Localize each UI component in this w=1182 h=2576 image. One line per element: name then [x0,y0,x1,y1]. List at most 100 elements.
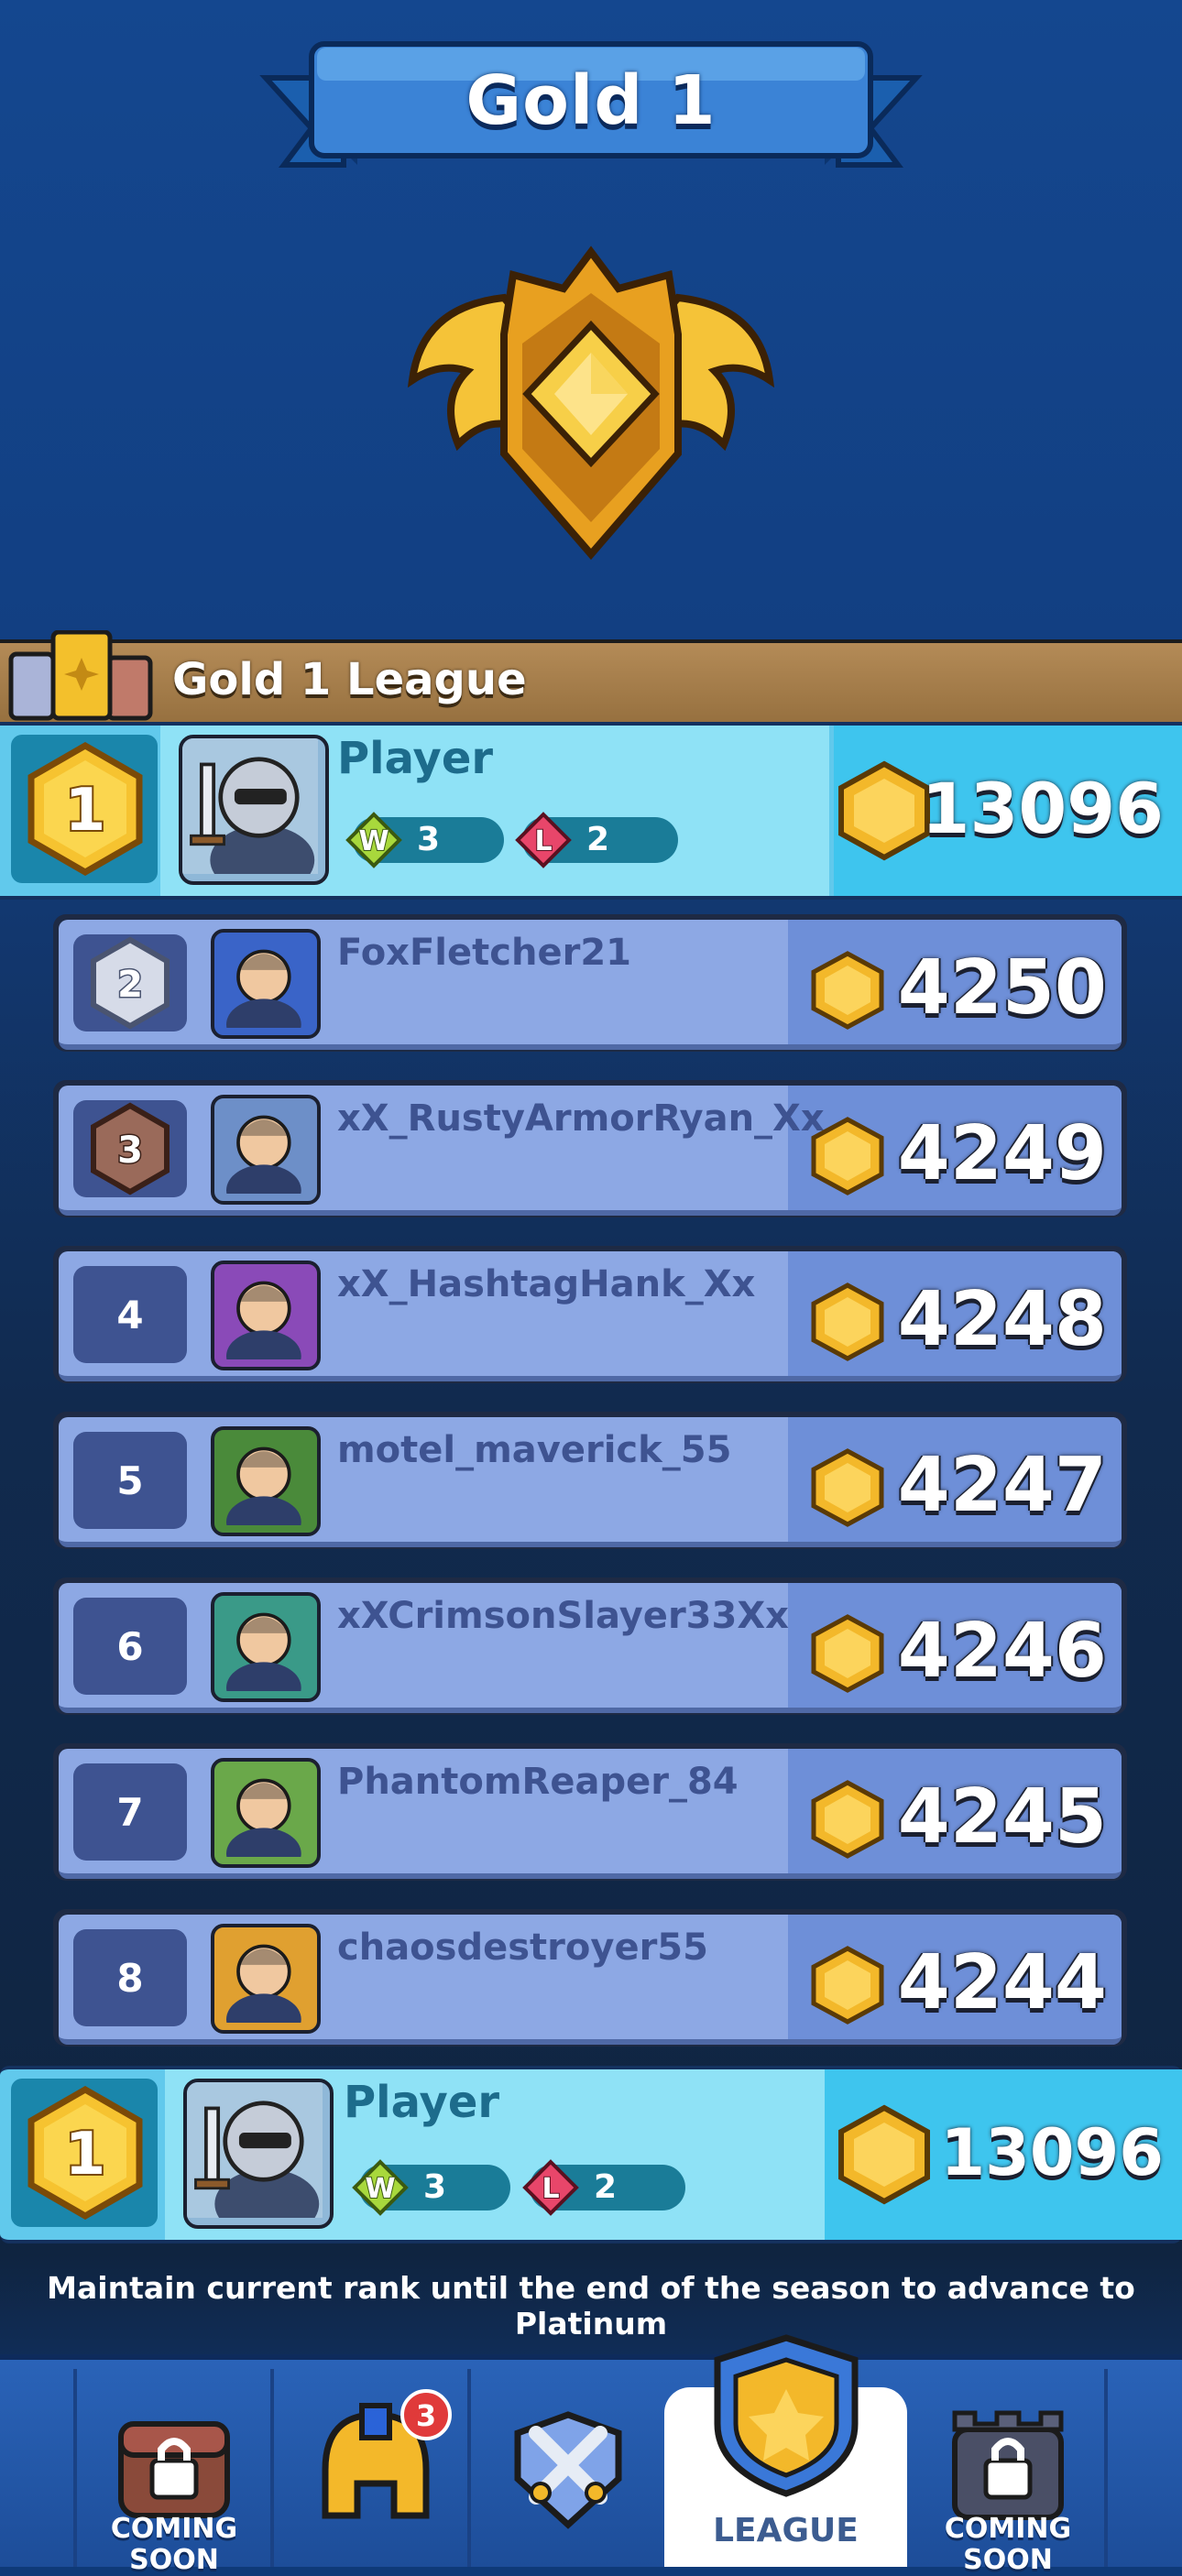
current-player-row-bottom[interactable]: 1 Player W 3 L 2 13096 [0,2066,1182,2243]
trophy-coin-icon [838,760,930,861]
leaderboard-row[interactable]: 4 xX_HashtagHank_Xx 4248 [53,1246,1127,1383]
nav-league-active[interactable]: LEAGUE [664,2334,907,2567]
win-icon: W [345,812,402,868]
leaderboard-row[interactable]: 8 chaosdestroyer55 4244 [53,1909,1127,2047]
player-score: 4244 [897,1939,1107,2026]
trophy-coin-icon [811,1117,884,1195]
loss-icon: L [522,2159,579,2216]
losses-pill: L 2 [522,2159,685,2216]
player-name: Player [337,733,494,784]
nav-heroes[interactable]: 3 [279,2360,463,2567]
nav-label: COMING SOON [110,2513,238,2576]
avatar [211,1261,321,1370]
knight-avatar-icon [182,738,318,881]
rank-number: 5 [116,1457,144,1503]
bottom-nav: COMING SOON 3 LEAGUE COMING SOON [0,2334,1182,2576]
svg-text:3: 3 [416,2398,436,2433]
player-score: 4248 [897,1276,1107,1363]
hero-avatar-icon [226,1446,301,1533]
advance-hint: Maintain current rank until the end of t… [47,2270,1135,2341]
losses-count: 2 [586,821,610,858]
svg-text:1: 1 [65,2121,106,2189]
current-player-row-top[interactable]: 1 Player W 3 L 2 13096 [0,722,1182,900]
rank-badge-icon: 3 [91,1102,170,1195]
hero-avatar-icon [226,1944,301,2030]
losses-count: 2 [594,2168,618,2206]
rank-number: 8 [116,1955,144,2001]
rank-number: 3 [117,1130,143,1172]
leaderboard-row[interactable]: 6 xXCrimsonSlayer33Xx 4246 [53,1577,1127,1715]
wins-pill: W 3 [352,2159,510,2216]
player-score: 4249 [897,1110,1107,1197]
svg-text:L: L [534,825,552,857]
rank-number: 7 [116,1789,144,1835]
hero-avatar-icon [226,1778,301,1864]
trophy-coin-icon [811,1780,884,1859]
trophy-coin-icon [811,1614,884,1693]
nav-label: COMING SOON [944,2513,1072,2576]
avatar [211,1592,321,1702]
player-name: FoxFletcher21 [337,932,631,974]
avatar [211,1095,321,1205]
hero-avatar-icon [226,949,301,1035]
leaderboard-row[interactable]: 7 PhantomReaper_84 4245 [53,1743,1127,1881]
knight-avatar-icon [187,2082,323,2225]
player-name: motel_maverick_55 [337,1429,732,1471]
page-title: Gold 1 [465,61,717,140]
wins-pill: W 3 [345,812,504,868]
wins-count: 3 [417,821,441,858]
trophy-coin-icon [811,1946,884,2025]
avatar [211,1758,321,1868]
gold-rank-badge-icon: 1 [27,2086,143,2220]
trophy-coin-icon [811,1283,884,1361]
crossed-swords-icon [514,2411,622,2529]
nav-coming-soon-2[interactable]: COMING SOON [916,2360,1100,2576]
player-name: chaosdestroyer55 [337,1927,708,1969]
loss-icon: L [515,812,572,868]
win-icon: W [352,2159,409,2216]
player-name: xX_HashtagHank_Xx [337,1263,756,1305]
losses-pill: L 2 [515,812,678,868]
wins-count: 3 [423,2168,447,2206]
nav-label: LEAGUE [713,2512,859,2549]
svg-text:L: L [542,2173,559,2205]
notification-badge: 3 [400,2389,452,2440]
player-score: 4245 [897,1774,1107,1861]
svg-text:W: W [365,2173,395,2205]
leaderboard-row[interactable]: 5 motel_maverick_55 4247 [53,1412,1127,1549]
gold-rank-badge-icon: 1 [27,742,143,876]
nav-battle[interactable] [476,2360,660,2567]
player-score: 13096 [940,2115,1164,2190]
svg-text:W: W [358,825,389,857]
rank-number: 4 [116,1292,144,1337]
locked-castle-icon [952,2410,1064,2520]
leaderboard-row[interactable]: 3 xX_RustyArmorRyan_Xx 4249 [53,1080,1127,1217]
avatar [183,2079,334,2229]
player-score: 13096 [921,768,1164,849]
locked-chest-icon [118,2421,230,2518]
hero-avatar-icon [226,1612,301,1698]
leaderboard-row[interactable]: 2 FoxFletcher21 4250 [53,914,1127,1052]
trophy-coin-icon [811,1448,884,1527]
player-score: 4247 [897,1442,1107,1529]
avatar [179,735,329,885]
rank-number: 2 [117,964,143,1006]
league-tabs-icon [8,630,153,721]
player-name: Player [344,2077,500,2128]
hero-avatar-icon [226,1281,301,1367]
player-score: 4250 [897,944,1107,1031]
gold-league-emblem-icon [407,246,775,561]
trophy-coin-icon [838,2104,930,2205]
player-score: 4246 [897,1608,1107,1695]
player-name: xX_RustyArmorRyan_Xx [337,1097,825,1140]
rank-number: 6 [116,1623,144,1669]
league-title: Gold 1 League [172,654,527,705]
avatar [211,1924,321,2034]
player-name: xXCrimsonSlayer33Xx [337,1595,789,1637]
nav-coming-soon-1[interactable]: COMING SOON [82,2360,266,2576]
player-name: PhantomReaper_84 [337,1761,739,1803]
hero-avatar-icon [226,1115,301,1201]
avatar [211,929,321,1039]
player-rank: 1 [65,777,106,845]
league-shield-icon [714,2334,859,2497]
